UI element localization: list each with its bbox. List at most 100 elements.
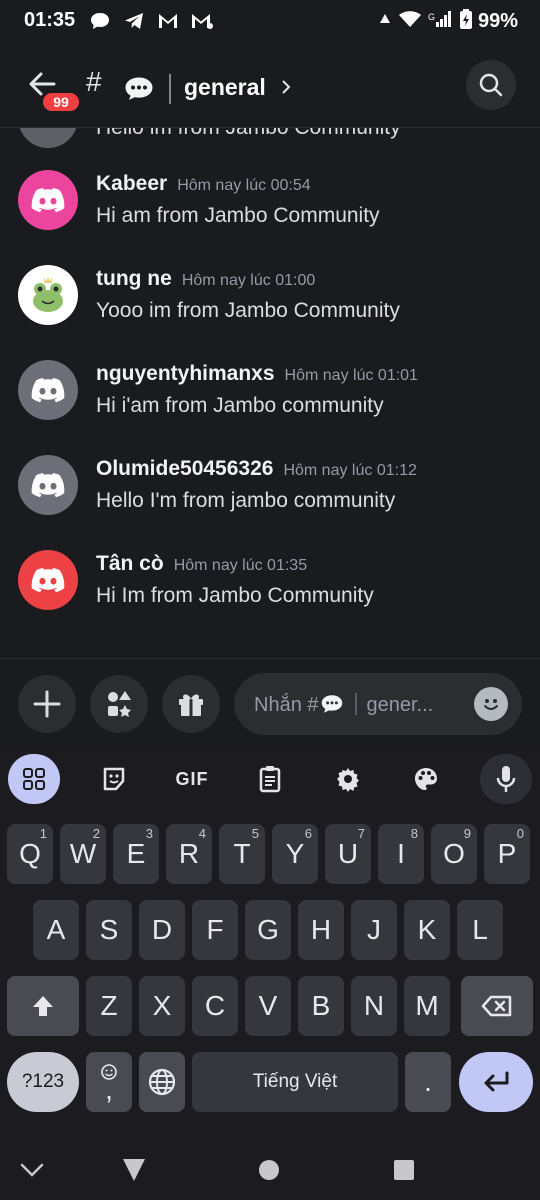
key-label: O [443,838,465,869]
key-o[interactable]: O9 [431,824,477,884]
key-x[interactable]: X [139,976,185,1036]
add-attachment-button[interactable] [18,675,76,733]
avatar[interactable] [18,360,78,420]
avatar[interactable] [18,170,78,230]
key-p[interactable]: P0 [484,824,530,884]
message-list[interactable]: Hello im from Jambo Community Kabeer Hôm … [0,128,540,658]
key-n[interactable]: N [351,976,397,1036]
voice-input-button[interactable] [480,754,532,804]
message-author[interactable]: nguyentyhimanxs Hôm nay lúc 01:01 [96,362,418,386]
emoji-button[interactable] [474,687,508,721]
theme-button[interactable] [400,754,452,804]
author-name[interactable]: tung ne [96,267,172,290]
symbols-key[interactable]: ?123 [7,1052,79,1112]
hide-keyboard-button[interactable] [12,1150,52,1190]
recents-nav-button[interactable] [384,1150,424,1190]
telegram-icon [122,10,146,32]
key-label: T [233,838,251,869]
battery-icon [459,9,472,34]
apps-grid-button[interactable] [8,754,60,804]
key-hint: 8 [410,826,418,841]
channel-name[interactable]: general [184,74,266,101]
message-item[interactable]: Tân cò Hôm nay lúc 01:35 Hi Im from Jambo… [0,538,540,628]
message-item[interactable]: Olumide50456326 Hôm nay lúc 01:12 Hello I… [0,443,540,533]
gif-button[interactable]: GIF [166,754,218,804]
chat-bubble-icon [88,10,112,32]
key-s[interactable]: S [86,900,132,960]
chevron-right-icon[interactable] [280,78,292,101]
message-author[interactable]: Olumide50456326 Hôm nay lúc 01:12 [96,457,417,481]
key-w[interactable]: W2 [60,824,106,884]
key-c[interactable]: C [192,976,238,1036]
author-name[interactable]: Olumide50456326 [96,457,273,480]
clipboard-button[interactable] [244,754,296,804]
composer-bar: Nhắn # gener... [0,658,540,746]
key-f[interactable]: F [192,900,238,960]
shift-key[interactable] [7,976,79,1036]
period-key[interactable]: . [405,1052,451,1112]
key-label: , [105,1074,113,1105]
key-i[interactable]: I8 [378,824,424,884]
key-q[interactable]: Q1 [7,824,53,884]
author-name[interactable]: Kabeer [96,172,167,195]
home-nav-button[interactable] [249,1150,289,1190]
unread-badge: 99 [40,90,82,114]
key-hint: 1 [39,826,47,841]
search-button[interactable] [466,60,516,110]
key-r[interactable]: R4 [166,824,212,884]
signal-icon: G [428,10,454,33]
key-m[interactable]: M [404,976,450,1036]
key-e[interactable]: E3 [113,824,159,884]
shift-icon [33,996,53,1016]
emoji-comma-key[interactable]: , [86,1052,132,1112]
author-name[interactable]: nguyentyhimanxs [96,362,275,385]
key-hint: 0 [516,826,524,841]
avatar[interactable] [18,128,78,148]
key-label: R [178,838,200,869]
key-v[interactable]: V [245,976,291,1036]
key-label: B [311,990,331,1021]
key-d[interactable]: D [139,900,185,960]
language-key[interactable] [139,1052,185,1112]
key-h[interactable]: H [298,900,344,960]
key-y[interactable]: Y6 [272,824,318,884]
key-label: S [99,914,119,945]
key-u[interactable]: U7 [325,824,371,884]
gif-label: GIF [175,768,209,789]
message-item[interactable]: nguyentyhimanxs Hôm nay lúc 01:01 Hi i'am… [0,348,540,438]
enter-key[interactable] [459,1052,533,1112]
message-item[interactable]: Kabeer Hôm nay lúc 00:54 Hi am from Jambo… [0,158,540,248]
message-author[interactable]: Kabeer Hôm nay lúc 00:54 [96,172,311,196]
space-key[interactable]: Tiếng Việt [192,1052,398,1112]
key-l[interactable]: L [457,900,503,960]
key-g[interactable]: G [245,900,291,960]
key-z[interactable]: Z [86,976,132,1036]
key-k[interactable]: K [404,900,450,960]
settings-button[interactable] [322,754,374,804]
back-nav-button[interactable] [114,1150,154,1190]
avatar[interactable] [18,455,78,515]
sticker-button[interactable] [88,754,140,804]
avatar[interactable] [18,550,78,610]
gift-icon [179,694,203,716]
message-author[interactable]: Tân cò Hôm nay lúc 01:35 [96,552,307,576]
message-text: Hi am from Jambo Community [96,204,380,227]
palette-icon [415,768,437,790]
message-author[interactable]: tung ne Hôm nay lúc 01:00 [96,267,315,291]
message-timestamp: Hôm nay lúc 01:12 [283,462,417,479]
notification-icons [88,10,214,32]
key-t[interactable]: T5 [219,824,265,884]
key-a[interactable]: A [33,900,79,960]
key-j[interactable]: J [351,900,397,960]
triangle-back-icon [123,1159,145,1181]
key-label: C [204,990,226,1021]
key-b[interactable]: B [298,976,344,1036]
author-name[interactable]: Tân cò [96,552,164,575]
gift-button[interactable] [162,675,220,733]
key-label: . [424,1066,432,1097]
apps-button[interactable] [90,675,148,733]
message-input[interactable]: Nhắn # gener... [234,673,522,735]
backspace-key[interactable] [461,976,533,1036]
avatar[interactable] [18,265,78,325]
message-item[interactable]: tung ne Hôm nay lúc 01:00 Yooo im from Ja… [0,253,540,343]
